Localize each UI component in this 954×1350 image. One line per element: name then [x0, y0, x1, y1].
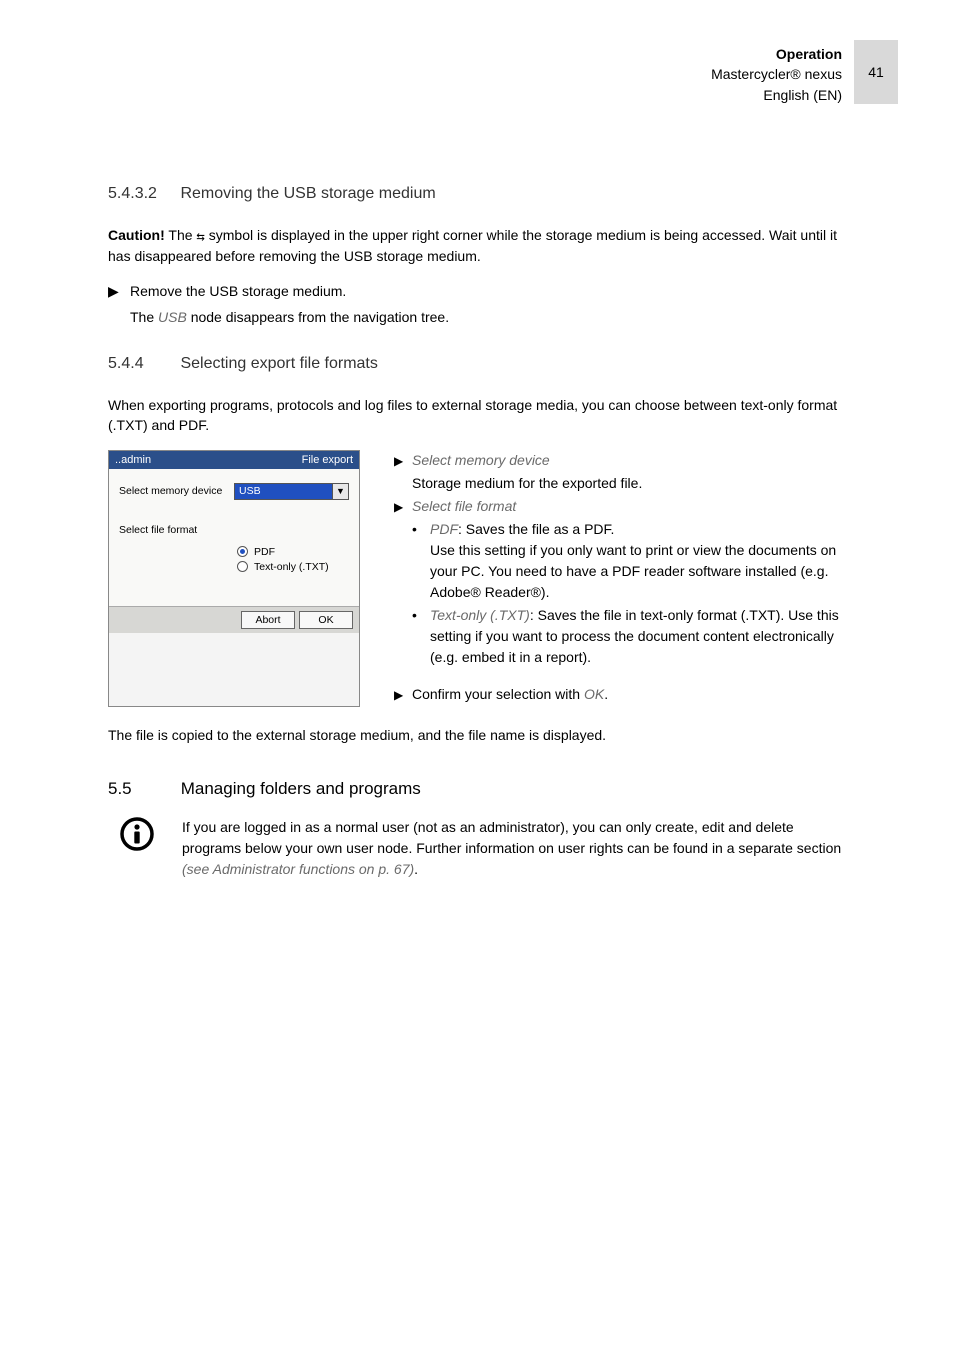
dropdown-arrow-icon: ▼: [332, 484, 348, 499]
label-select-memory-device: Select memory device: [119, 485, 234, 497]
triangle-bullet-icon: ▶: [394, 684, 412, 705]
file-export-dialog-screenshot: ..admin File export Select memory device…: [108, 450, 360, 707]
page-number: 41: [868, 64, 884, 80]
heading-title: Managing folders and programs: [181, 779, 421, 798]
radio-icon: [237, 561, 248, 572]
heading-number: 5.4.3.2: [108, 185, 176, 203]
page-number-tab: 41: [854, 40, 898, 104]
export-intro-paragraph: When exporting programs, protocols and l…: [108, 395, 846, 436]
radio-option-txt[interactable]: Text-only (.TXT): [237, 561, 349, 573]
file-copied-paragraph: The file is copied to the external stora…: [108, 725, 846, 745]
ok-button[interactable]: OK: [299, 611, 353, 629]
usb-node-label: USB: [158, 309, 187, 325]
heading-title: Removing the USB storage medium: [180, 185, 435, 202]
caution-label: Caution!: [108, 227, 165, 243]
triangle-bullet-icon: ▶: [108, 281, 130, 301]
radio-option-pdf[interactable]: PDF: [237, 546, 349, 558]
cross-reference: (see Administrator functions on p. 67): [182, 861, 414, 877]
bullet-dot-icon: •: [412, 519, 430, 603]
info-note: If you are logged in as a normal user (n…: [108, 817, 846, 880]
header-language: English (EN): [711, 85, 842, 105]
radio-icon: [237, 546, 248, 557]
info-icon: [120, 817, 154, 851]
desc-select-memory-device: Storage medium for the exported file.: [412, 473, 846, 494]
usb-activity-icon: ⇆: [196, 227, 204, 247]
dialog-path: ..admin: [115, 454, 151, 466]
page-content: 5.4.3.2 Removing the USB storage medium …: [108, 185, 846, 880]
memory-device-select[interactable]: USB ▼: [234, 483, 349, 500]
heading-number: 5.4.4: [108, 355, 176, 373]
abort-button[interactable]: Abort: [241, 611, 295, 629]
term-select-file-format: Select file format: [412, 498, 516, 514]
txt-option-description: Text-only (.TXT): Saves the file in text…: [430, 605, 846, 668]
confirm-step: Confirm your selection with OK.: [412, 684, 846, 705]
dialog-title: File export: [302, 454, 353, 466]
header-section: Operation: [711, 44, 842, 64]
triangle-bullet-icon: ▶: [394, 450, 412, 471]
memory-device-value: USB: [235, 484, 332, 499]
explanation-column: ▶ Select memory device Storage medium fo…: [394, 450, 846, 707]
step-remove-usb-result: The USB node disappears from the navigat…: [130, 307, 846, 327]
heading-5-4-4: 5.4.4 Selecting export file formats: [108, 355, 846, 373]
heading-5-5: 5.5 Managing folders and programs: [108, 779, 846, 799]
dialog-button-bar: Abort OK: [109, 606, 359, 633]
step-remove-usb: ▶ Remove the USB storage medium.: [108, 281, 846, 301]
file-format-radio-group: PDF Text-only (.TXT): [237, 546, 349, 573]
header-product: Mastercycler® nexus: [711, 64, 842, 84]
term-select-memory-device: Select memory device: [412, 452, 550, 468]
caution-paragraph: Caution! The ⇆ symbol is displayed in th…: [108, 225, 846, 267]
heading-number: 5.5: [108, 779, 176, 799]
heading-title: Selecting export file formats: [180, 355, 377, 372]
info-text: If you are logged in as a normal user (n…: [182, 817, 846, 880]
triangle-bullet-icon: ▶: [394, 496, 412, 517]
pdf-option-description: PDF: Saves the file as a PDF. Use this s…: [430, 519, 846, 603]
bullet-dot-icon: •: [412, 605, 430, 668]
label-select-file-format: Select file format: [119, 524, 234, 536]
page-header: Operation Mastercycler® nexus English (E…: [711, 44, 842, 105]
heading-5-4-3-2: 5.4.3.2 Removing the USB storage medium: [108, 185, 846, 203]
dialog-body: Select memory device USB ▼ Select file f…: [109, 469, 359, 606]
dialog-titlebar: ..admin File export: [109, 451, 359, 469]
